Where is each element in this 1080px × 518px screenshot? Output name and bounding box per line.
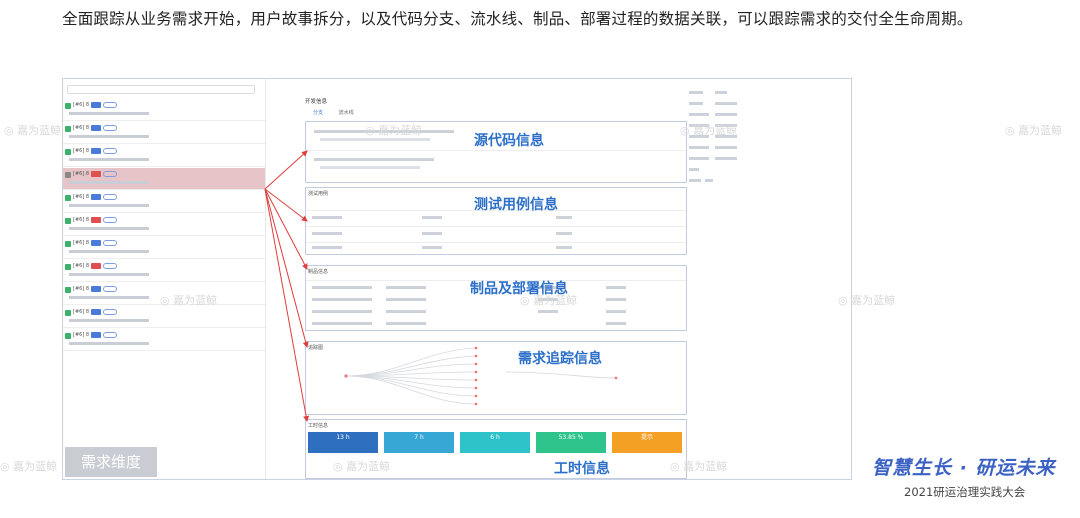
watermark: ◎ 嘉为蓝鲸 <box>160 294 218 307</box>
watermark: ◎ 嘉为蓝鲸 <box>0 460 58 473</box>
watermark: ◎ 嘉为蓝鲸 <box>680 124 738 137</box>
intro-paragraph: 全面跟踪从业务需求开始，用户故事拆分，以及代码分支、流水线、制品、部署过程的数据… <box>62 10 973 28</box>
relation-arrows <box>264 150 310 422</box>
watermark: ◎ 嘉为蓝鲸 <box>4 124 62 137</box>
slogan: 智慧生长 · 研运未来 <box>872 457 1056 479</box>
screenshot-frame: [#6] 8 [#6] 8 [#6] 8 [#6] 8 [#6] 8 [#6] 8 [#6]… <box>62 78 852 480</box>
watermark: ◎ 嘉为蓝鲸 <box>333 460 391 473</box>
watermark: ◎ 嘉为蓝鲸 <box>520 294 578 307</box>
watermark: ◎ 嘉为蓝鲸 <box>365 124 423 137</box>
conference-name: 2021研运治理实践大会 <box>904 485 1026 499</box>
watermark: ◎ 嘉为蓝鲸 <box>1005 124 1063 137</box>
watermark: ◎ 嘉为蓝鲸 <box>670 460 728 473</box>
watermark: ◎ 嘉为蓝鲸 <box>838 294 896 307</box>
